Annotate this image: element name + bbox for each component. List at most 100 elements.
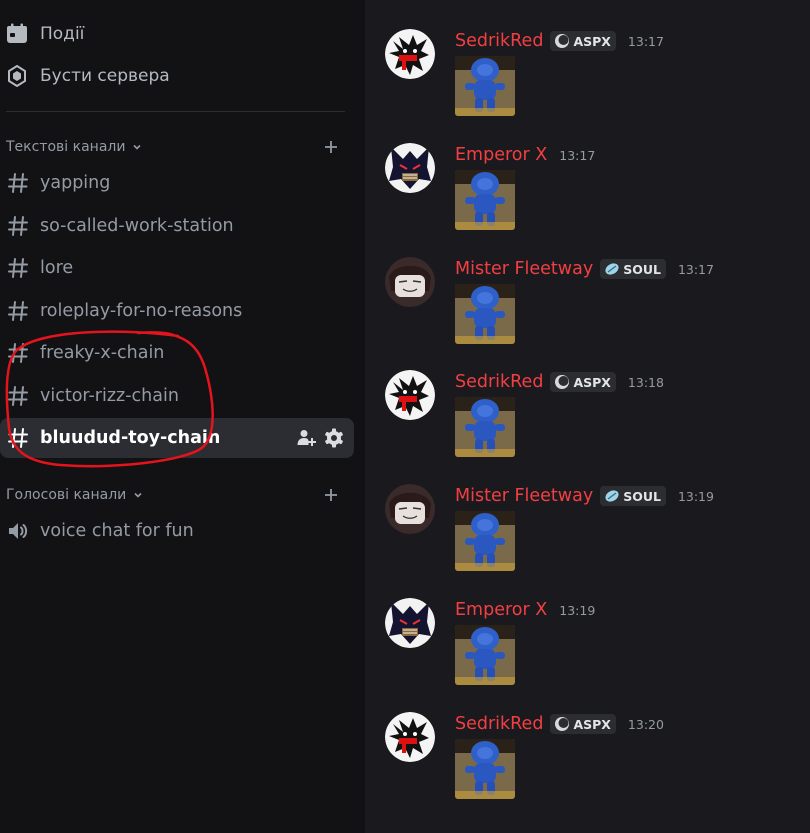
message-header: Mister Fleetway SOUL 13:19 bbox=[455, 484, 714, 508]
guild-tag-badge[interactable]: ASPX bbox=[550, 714, 616, 734]
image-attachment[interactable] bbox=[455, 511, 515, 571]
timestamp[interactable]: 13:20 bbox=[628, 717, 664, 732]
timestamp[interactable]: 13:18 bbox=[628, 375, 664, 390]
message: SedrikRed ASPX 13:17 bbox=[385, 29, 805, 139]
channel-yapping[interactable]: yapping bbox=[0, 163, 354, 203]
image-attachment[interactable] bbox=[455, 56, 515, 116]
tag-label: SOUL bbox=[623, 488, 661, 504]
channel-bluudud-toy-chain[interactable]: bluudud-toy-chain bbox=[0, 418, 354, 458]
voice-channels-category[interactable]: Голосові канали bbox=[0, 483, 355, 507]
channel-roleplay-for-no-reasons[interactable]: roleplay-for-no-reasons bbox=[0, 291, 354, 331]
username[interactable]: Mister Fleetway bbox=[455, 259, 593, 279]
avatar[interactable] bbox=[385, 598, 435, 648]
sidebar-divider bbox=[6, 111, 345, 112]
voice-channel-voice-chat-for-fun[interactable]: voice chat for fun bbox=[0, 511, 354, 551]
image-attachment[interactable] bbox=[455, 397, 515, 457]
channel-victor-rizz-chain[interactable]: victor-rizz-chain bbox=[0, 376, 354, 416]
avatar[interactable] bbox=[385, 712, 435, 762]
message: Mister Fleetway SOUL 13:17 bbox=[385, 257, 805, 367]
gear-icon[interactable] bbox=[324, 428, 344, 448]
events-label: Події bbox=[40, 24, 85, 44]
timestamp[interactable]: 13:17 bbox=[559, 148, 595, 163]
events-button[interactable]: Події bbox=[0, 14, 355, 54]
hash-icon bbox=[6, 341, 30, 365]
timestamp[interactable]: 13:17 bbox=[678, 262, 714, 277]
avatar[interactable] bbox=[385, 143, 435, 193]
image-attachment[interactable] bbox=[455, 739, 515, 799]
gem-icon bbox=[604, 488, 620, 504]
username[interactable]: Emperor X bbox=[455, 145, 547, 165]
channel-name: bluudud-toy-chain bbox=[40, 428, 221, 448]
channel-name: voice chat for fun bbox=[40, 521, 194, 541]
channel-name: roleplay-for-no-reasons bbox=[40, 301, 243, 321]
tag-label: ASPX bbox=[573, 33, 611, 49]
channel-name: yapping bbox=[40, 173, 111, 193]
timestamp[interactable]: 13:17 bbox=[628, 34, 664, 49]
guild-tag-badge[interactable]: SOUL bbox=[600, 259, 666, 279]
category-label: Голосові канали bbox=[6, 487, 127, 503]
moon-icon bbox=[554, 374, 570, 390]
server-boosts-label: Бусти сервера bbox=[40, 66, 170, 86]
message: SedrikRed ASPX 13:20 bbox=[385, 712, 805, 822]
channel-name: lore bbox=[40, 258, 74, 278]
moon-icon bbox=[554, 716, 570, 732]
avatar[interactable] bbox=[385, 29, 435, 79]
message: Emperor X 13:17 bbox=[385, 143, 805, 253]
image-attachment[interactable] bbox=[455, 170, 515, 230]
image-attachment[interactable] bbox=[455, 625, 515, 685]
hash-icon bbox=[6, 426, 30, 450]
create-channel-button[interactable] bbox=[319, 135, 343, 159]
server-boost-icon bbox=[6, 65, 28, 87]
avatar[interactable] bbox=[385, 370, 435, 420]
message-header: Emperor X 13:17 bbox=[455, 143, 595, 167]
add-member-icon[interactable] bbox=[296, 428, 316, 448]
channel-lore[interactable]: lore bbox=[0, 248, 354, 288]
hash-icon bbox=[6, 171, 30, 195]
hash-icon bbox=[6, 256, 30, 280]
tag-label: SOUL bbox=[623, 261, 661, 277]
moon-icon bbox=[554, 33, 570, 49]
timestamp[interactable]: 13:19 bbox=[678, 489, 714, 504]
discord-app: Події Бусти сервера Текстові канали yapp… bbox=[0, 0, 810, 833]
username[interactable]: SedrikRed bbox=[455, 714, 543, 734]
tag-label: ASPX bbox=[573, 374, 611, 390]
message: SedrikRed ASPX 13:18 bbox=[385, 370, 805, 480]
message-header: SedrikRed ASPX 13:18 bbox=[455, 370, 664, 394]
server-boosts-button[interactable]: Бусти сервера bbox=[0, 56, 355, 96]
create-channel-button[interactable] bbox=[319, 483, 343, 507]
avatar[interactable] bbox=[385, 257, 435, 307]
image-attachment[interactable] bbox=[455, 284, 515, 344]
message-header: SedrikRed ASPX 13:17 bbox=[455, 29, 664, 53]
category-label: Текстові канали bbox=[6, 139, 126, 155]
message: Mister Fleetway SOUL 13:19 bbox=[385, 484, 805, 594]
channel-name: so-called-work-station bbox=[40, 216, 234, 236]
tag-label: ASPX bbox=[573, 716, 611, 732]
message-header: Emperor X 13:19 bbox=[455, 598, 595, 622]
chevron-down-icon bbox=[132, 489, 144, 501]
username[interactable]: Mister Fleetway bbox=[455, 486, 593, 506]
message-header: SedrikRed ASPX 13:20 bbox=[455, 712, 664, 736]
message-header: Mister Fleetway SOUL 13:17 bbox=[455, 257, 714, 281]
username[interactable]: Emperor X bbox=[455, 600, 547, 620]
username[interactable]: SedrikRed bbox=[455, 372, 543, 392]
guild-tag-badge[interactable]: ASPX bbox=[550, 372, 616, 392]
speaker-icon bbox=[6, 519, 30, 543]
guild-tag-badge[interactable]: SOUL bbox=[600, 486, 666, 506]
channel-name: freaky-x-chain bbox=[40, 343, 165, 363]
hash-icon bbox=[6, 299, 30, 323]
channel-freaky-x-chain[interactable]: freaky-x-chain bbox=[0, 333, 354, 373]
avatar[interactable] bbox=[385, 484, 435, 534]
username[interactable]: SedrikRed bbox=[455, 31, 543, 51]
channel-actions bbox=[296, 428, 344, 448]
chevron-down-icon bbox=[131, 141, 143, 153]
red-annotation-circle bbox=[5, 330, 214, 468]
hash-icon bbox=[6, 384, 30, 408]
message: Emperor X 13:19 bbox=[385, 598, 805, 708]
text-channels-category[interactable]: Текстові канали bbox=[0, 135, 355, 159]
timestamp[interactable]: 13:19 bbox=[559, 603, 595, 618]
channel-sidebar: Події Бусти сервера Текстові канали yapp… bbox=[0, 0, 365, 833]
hash-icon bbox=[6, 214, 30, 238]
channel-so-called-work-station[interactable]: so-called-work-station bbox=[0, 206, 354, 246]
guild-tag-badge[interactable]: ASPX bbox=[550, 31, 616, 51]
gem-icon bbox=[604, 261, 620, 277]
